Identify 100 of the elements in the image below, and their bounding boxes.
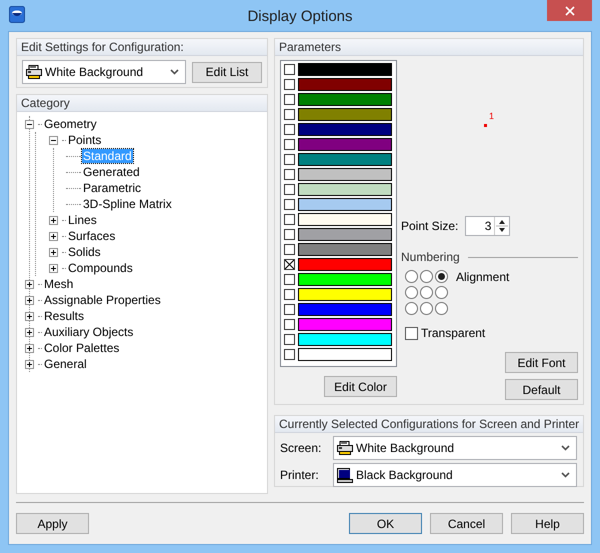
dropdown[interactable]: White Background — [333, 436, 577, 460]
color-swatch[interactable] — [298, 243, 392, 256]
group-title: Category — [17, 95, 267, 112]
color-swatch[interactable] — [298, 333, 392, 346]
color-swatch[interactable] — [298, 288, 392, 301]
dialog-button[interactable]: Cancel — [430, 513, 503, 534]
checkbox[interactable] — [284, 349, 295, 360]
expand-icon[interactable] — [25, 344, 34, 352]
color-swatch[interactable] — [298, 138, 392, 151]
checkbox[interactable] — [284, 259, 295, 270]
edit-font-button[interactable]: Edit Font — [505, 352, 578, 373]
checkbox[interactable] — [284, 79, 295, 90]
close-icon — [564, 6, 574, 16]
checkbox[interactable] — [284, 184, 295, 195]
dialog-button[interactable]: Help — [511, 513, 584, 534]
expand-icon[interactable] — [49, 232, 58, 240]
tree-item[interactable]: Parametric — [82, 181, 142, 195]
checkbox[interactable] — [284, 214, 295, 225]
checkbox[interactable] — [284, 319, 295, 330]
expand-icon[interactable] — [25, 360, 34, 368]
radio-button[interactable] — [405, 270, 418, 283]
collapse-icon[interactable] — [25, 120, 34, 128]
tree-item[interactable]: General — [43, 357, 88, 371]
radio-button[interactable] — [420, 302, 433, 315]
radio-button[interactable] — [405, 286, 418, 299]
color-swatch[interactable] — [298, 303, 392, 316]
checkbox[interactable] — [284, 244, 295, 255]
checkbox[interactable] — [284, 124, 295, 135]
checkbox[interactable] — [284, 304, 295, 315]
checkbox[interactable] — [284, 334, 295, 345]
checkbox[interactable] — [284, 109, 295, 120]
default-button[interactable]: Default — [505, 379, 578, 400]
expand-icon[interactable] — [25, 328, 34, 336]
radio-button[interactable] — [405, 302, 418, 315]
tree-item[interactable]: Generated — [82, 165, 141, 179]
dropdown-value: White Background — [45, 65, 144, 79]
color-swatch[interactable] — [298, 108, 392, 121]
collapse-icon[interactable] — [49, 136, 58, 144]
field-label: Screen: — [280, 441, 322, 455]
checkbox[interactable] — [284, 199, 295, 210]
checkbox[interactable] — [284, 139, 295, 150]
radio-button[interactable] — [435, 286, 448, 299]
checkbox[interactable] — [284, 274, 295, 285]
edit-color-button[interactable]: Edit Color — [324, 376, 397, 397]
color-swatch[interactable] — [298, 123, 392, 136]
checkbox[interactable] — [284, 289, 295, 300]
tree-item[interactable]: Solids — [67, 245, 102, 259]
radio-button[interactable] — [435, 270, 448, 283]
edit-list-button[interactable]: Edit List — [192, 62, 262, 82]
color-swatch[interactable] — [298, 213, 392, 226]
radio-button[interactable] — [420, 286, 433, 299]
spin-box[interactable]: 3 — [465, 216, 510, 236]
tree-item[interactable]: Lines — [67, 213, 98, 227]
tree-item[interactable]: Color Palettes — [43, 341, 120, 355]
color-swatch[interactable] — [298, 258, 392, 271]
checkbox[interactable] — [405, 326, 418, 340]
checkbox[interactable] — [284, 154, 295, 165]
chevron-down-icon — [561, 472, 570, 478]
expand-icon[interactable] — [25, 312, 34, 320]
tree-item[interactable]: Assignable Properties — [43, 293, 162, 307]
expand-icon[interactable] — [25, 296, 34, 304]
tree-item[interactable]: Points — [67, 133, 102, 147]
expand-icon[interactable] — [49, 216, 58, 224]
dialog-button[interactable]: OK — [349, 513, 422, 534]
tree-item[interactable]: Compounds — [67, 261, 134, 275]
color-swatch[interactable] — [298, 93, 392, 106]
printer-icon — [26, 65, 42, 79]
expand-icon[interactable] — [49, 264, 58, 272]
checkbox[interactable] — [284, 169, 295, 180]
checkbox[interactable] — [284, 94, 295, 105]
color-swatch[interactable] — [298, 273, 392, 286]
tree-item[interactable]: 3D-Spline Matrix — [82, 197, 173, 211]
tree-item[interactable]: Geometry — [43, 117, 98, 131]
dropdown[interactable]: White Background — [22, 60, 186, 84]
color-swatch[interactable] — [298, 183, 392, 196]
expand-icon[interactable] — [25, 280, 34, 288]
checkbox[interactable] — [284, 64, 295, 75]
field-label: Printer: — [280, 468, 320, 482]
spin-arrows-icon[interactable] — [494, 217, 510, 235]
color-swatch[interactable] — [298, 228, 392, 241]
tree-item[interactable]: Results — [43, 309, 86, 323]
color-swatch[interactable] — [298, 198, 392, 211]
dropdown[interactable]: Black Background — [333, 463, 577, 487]
dialog-button[interactable]: Apply — [16, 513, 89, 534]
radio-button[interactable] — [435, 302, 448, 315]
expand-icon[interactable] — [49, 248, 58, 256]
color-swatch[interactable] — [298, 168, 392, 181]
color-swatch[interactable] — [298, 348, 392, 361]
tree-item[interactable]: Surfaces — [67, 229, 116, 243]
tree-item[interactable]: Auxiliary Objects — [43, 325, 134, 339]
color-swatch[interactable] — [298, 78, 392, 91]
checkbox[interactable] — [284, 229, 295, 240]
group-title: Edit Settings for Configuration: — [17, 39, 267, 56]
color-swatch[interactable] — [298, 318, 392, 331]
color-swatch[interactable] — [298, 153, 392, 166]
color-swatch[interactable] — [298, 63, 392, 76]
close-button[interactable] — [547, 0, 592, 21]
radio-button[interactable] — [420, 270, 433, 283]
point-label: 1 — [489, 111, 494, 121]
tree-item[interactable]: Mesh — [43, 277, 74, 291]
